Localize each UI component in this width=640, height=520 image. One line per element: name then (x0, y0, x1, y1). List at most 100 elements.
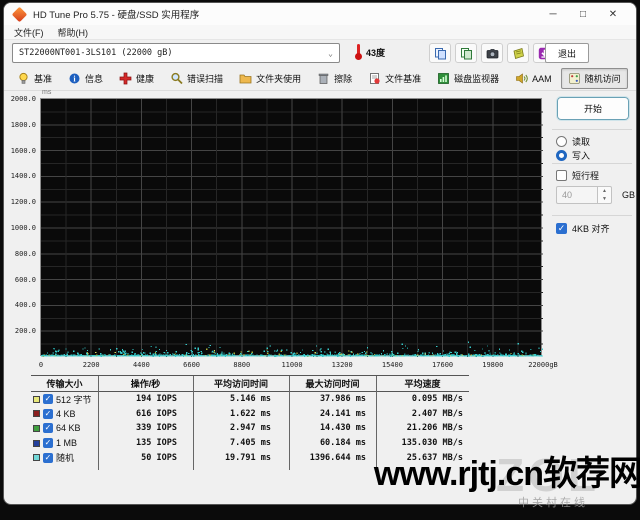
tab-label: 错误扫描 (187, 74, 224, 84)
title-bar: HD Tune Pro 5.75 - 硬盘/SSD 实用程序 ─ □ ✕ (4, 3, 636, 25)
temperature-value: 43度 (366, 47, 386, 58)
y-axis-unit-label: ms (42, 89, 52, 96)
x-tick-label: 4400 (132, 361, 150, 369)
tab-基准[interactable]: 基准 (10, 68, 59, 89)
series-color-swatch (33, 395, 40, 403)
minimize-button[interactable]: ─ (538, 5, 568, 23)
avg-access-value: 19.791 ms (224, 452, 271, 463)
tab-文件夹使用[interactable]: 文件夹使用 (232, 68, 308, 89)
avg-speed-value: 21.206 MB/s (406, 423, 463, 434)
short-stroke-checkbox[interactable] (556, 170, 567, 181)
table-column-divider (193, 376, 194, 470)
tab-磁盘监视器[interactable]: 磁盘监视器 (430, 68, 506, 89)
capacity-stepper[interactable]: ▲ ▼ (598, 186, 612, 204)
drive-selector-value: ST22000NT001-3LS101 (22000 gB) (19, 48, 173, 58)
iops-value: 616 IOPS (136, 408, 177, 419)
exit-button[interactable]: 退出 (545, 43, 589, 63)
y-tick-label: 600.0 (14, 275, 36, 284)
app-logo-icon (11, 6, 28, 22)
info-icon: i (68, 72, 81, 85)
y-tick-label: 1800.0 (10, 120, 36, 129)
start-button[interactable]: 开始 (556, 96, 630, 121)
zol-watermark-subtext: 中关村在线 (518, 497, 588, 509)
table-row: ✓ 64 KB 339 IOPS 2.947 ms 14.430 ms 21.206 MB… (31, 421, 469, 436)
x-tick-label: 13200 (331, 361, 353, 369)
write-radio[interactable] (556, 150, 567, 161)
series-color-swatch (33, 424, 40, 432)
tab-额外测试[interactable]: 额外测试 (630, 68, 636, 89)
4kb-align-label: 4KB 对齐 (572, 224, 610, 234)
series-checkbox[interactable]: ✓ (43, 394, 53, 405)
magnifier-icon (170, 72, 183, 85)
tab-AAM[interactable]: AAM (508, 68, 559, 89)
max-access-value: 1396.644 ms (309, 452, 366, 463)
y-tick-label: 1200.0 (10, 198, 36, 207)
tab-健康[interactable]: 健康 (112, 68, 161, 89)
x-tick-label: 17600 (432, 361, 454, 369)
y-tick-label: 200.0 (14, 327, 36, 336)
trash-icon (317, 72, 330, 85)
series-checkbox[interactable]: ✓ (43, 423, 53, 434)
table-column-divider (98, 376, 99, 470)
table-row: ✓ 4 KB 616 IOPS 1.622 ms 24.141 ms 2.407 MB/s (31, 407, 469, 422)
series-checkbox[interactable]: ✓ (43, 408, 53, 419)
capacity-input-group: 40 ▲ ▼ GB (556, 186, 635, 204)
tab-随机访问[interactable]: 随机访问 (560, 68, 628, 89)
screenshot-camera-icon[interactable] (481, 43, 503, 63)
window-title: HD Tune Pro 5.75 - 硬盘/SSD 实用程序 (33, 10, 200, 21)
close-button[interactable]: ✕ (598, 5, 628, 23)
table-header: 操作/秒 (130, 379, 161, 389)
table-header-row: 传输大小 操作/秒 平均访问时间 最大访问时间 平均速度 (31, 376, 469, 392)
avg-access-value: 2.947 ms (230, 423, 271, 434)
max-access-value: 14.430 ms (319, 423, 366, 434)
menu-help[interactable]: 帮助(H) (58, 26, 89, 39)
x-tick-label: 8800 (233, 361, 251, 369)
max-access-value: 37.986 ms (319, 394, 366, 405)
copy-text-icon[interactable] (455, 43, 477, 63)
transfer-size-label: 4 KB (56, 408, 76, 419)
series-color-swatch (33, 454, 40, 462)
avg-access-value: 1.622 ms (230, 408, 271, 419)
test-control-panel: 开始 读取 写入 短行程 40 ▲ ▼ GB ✓ 4KB 对齐 (552, 91, 636, 376)
transfer-size-label: 512 字节 (56, 394, 92, 405)
tab-label: 文件夹使用 (256, 74, 302, 84)
avg-access-value: 5.146 ms (230, 394, 271, 405)
x-tick-label: 0 (38, 361, 44, 369)
drive-selector[interactable]: ST22000NT001-3LS101 (22000 gB) ⌄ (12, 43, 340, 63)
series-checkbox[interactable]: ✓ (43, 438, 53, 449)
temperature-display: 43度 (354, 44, 385, 60)
read-radio-label: 读取 (572, 137, 591, 147)
4kb-align-checkbox[interactable]: ✓ (556, 223, 567, 234)
toolbar: ST22000NT001-3LS101 (22000 gB) ⌄ 43度 退出 (4, 40, 636, 67)
tab-文件基准[interactable]: 文件基准 (361, 68, 428, 89)
capacity-input[interactable]: 40 (556, 186, 598, 204)
toolbar-icon-group (429, 43, 555, 63)
max-access-value: 60.184 ms (319, 438, 366, 449)
tab-错误扫描[interactable]: 错误扫描 (163, 68, 230, 89)
x-tick-label: 6600 (183, 361, 201, 369)
read-radio[interactable] (556, 136, 567, 147)
tab-label: AAM (532, 73, 552, 84)
save-notes-icon[interactable] (507, 43, 529, 63)
capacity-unit-label: GB (622, 190, 636, 200)
tab-擦除[interactable]: 擦除 (310, 68, 359, 89)
tab-label: 磁盘监视器 (454, 74, 500, 84)
tab-label: 文件基准 (385, 74, 422, 84)
menu-file[interactable]: 文件(F) (14, 26, 44, 39)
app-window: HD Tune Pro 5.75 - 硬盘/SSD 实用程序 ─ □ ✕ 文件(… (3, 2, 637, 505)
x-tick-label: 19800 (482, 361, 504, 369)
tab-信息[interactable]: i 信息 (61, 68, 110, 89)
x-tick-label: 2200 (82, 361, 100, 369)
table-header: 最大访问时间 (305, 379, 360, 389)
series-checkbox[interactable]: ✓ (43, 452, 53, 463)
maximize-button[interactable]: □ (568, 5, 598, 23)
chart-plot-area (40, 98, 543, 357)
max-access-value: 24.141 ms (319, 408, 366, 419)
iops-value: 339 IOPS (136, 423, 177, 434)
copy-icon[interactable] (429, 43, 451, 63)
x-tick-label: 15400 (381, 361, 403, 369)
site-watermark-text: www.rjtj.cn软荐网 (373, 455, 640, 493)
avg-access-value: 7.405 ms (230, 438, 271, 449)
y-tick-label: 1000.0 (10, 224, 36, 232)
tab-label: 信息 (85, 74, 104, 84)
